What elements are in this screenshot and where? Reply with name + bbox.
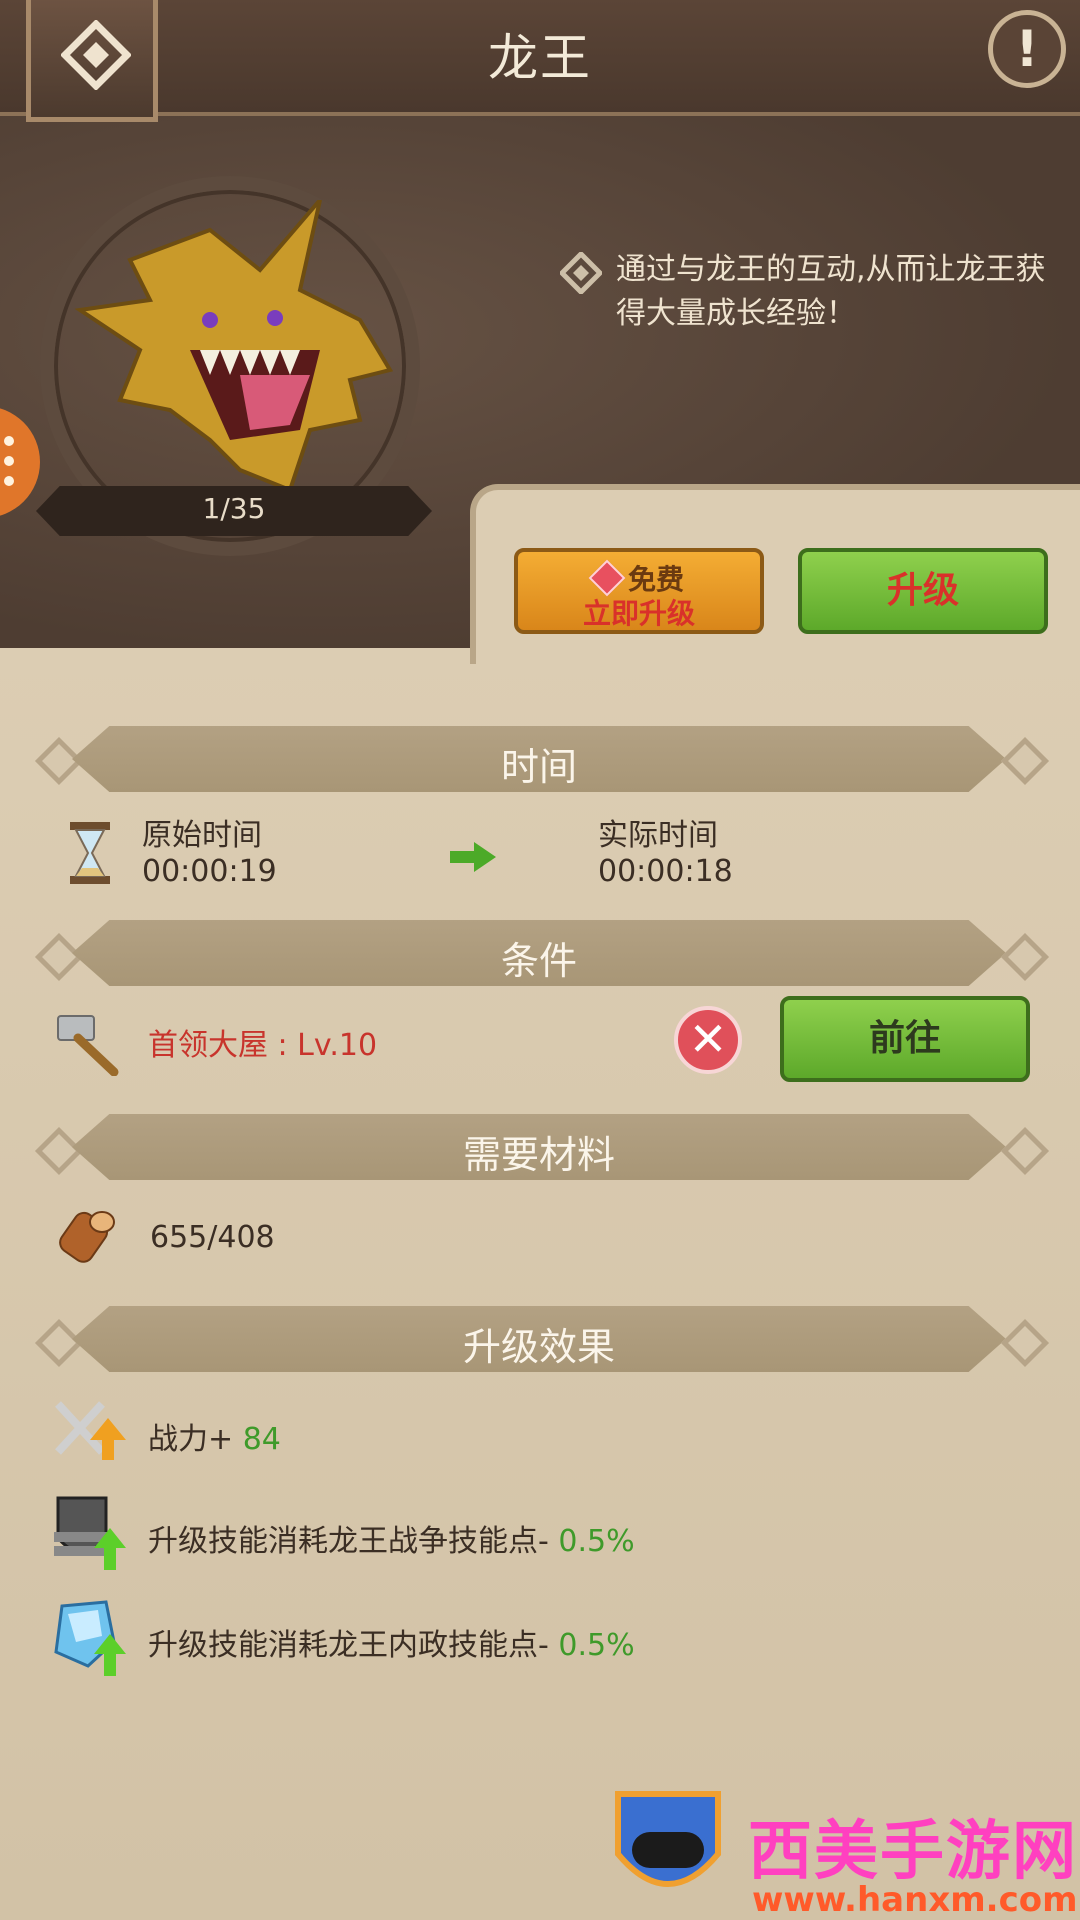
back-button[interactable] xyxy=(26,0,158,122)
exclamation-icon: ! xyxy=(1015,20,1039,78)
watermark-brand: 西美手游网 xyxy=(748,1815,1078,1889)
effect-civic-row: 升级技能消耗龙王内政技能点- 0.5% xyxy=(148,1620,635,1664)
arrow-right-icon xyxy=(450,842,496,872)
effect-value: 0.5% xyxy=(558,1524,635,1559)
actual-time-label: 实际时间 xyxy=(598,818,718,853)
back-diamond-icon xyxy=(61,20,131,90)
instant-upgrade-label: 立即升级 xyxy=(582,597,695,630)
effect-label: 升级技能消耗龙王战争技能点- xyxy=(148,1524,559,1559)
original-time-value: 00:00:19 xyxy=(142,854,277,889)
watermark-url: www.hanxm.com xyxy=(752,1880,1078,1920)
effect-label: 升级技能消耗龙王内政技能点- xyxy=(148,1628,559,1663)
dragon-king-portrait xyxy=(74,200,394,490)
effect-label: 战力+ xyxy=(148,1422,243,1457)
description-bullet-icon xyxy=(560,252,602,294)
effect-war-row: 升级技能消耗龙王战争技能点- 0.5% xyxy=(148,1516,635,1560)
wood-amount: 655/408 xyxy=(150,1220,275,1255)
hammer-icon xyxy=(57,1015,119,1076)
unmet-condition-icon: ✕ xyxy=(674,1006,742,1074)
crossed-swords-icon xyxy=(55,1401,126,1460)
go-button[interactable]: 前往 xyxy=(780,996,1030,1082)
effects-section-title: 升级效果 xyxy=(462,1325,615,1369)
page-title: 龙王 xyxy=(488,29,592,87)
dragon-counter: 1/35 xyxy=(202,492,266,525)
requirement-text: 首领大屋 : Lv.10 xyxy=(148,1028,378,1063)
actual-time-value: 00:00:18 xyxy=(598,854,733,889)
info-button[interactable]: ! xyxy=(988,10,1066,88)
wood-log-icon xyxy=(59,1211,115,1263)
time-section-title: 时间 xyxy=(500,745,577,789)
hourglass-icon xyxy=(70,822,110,884)
effect-value: 84 xyxy=(242,1422,281,1457)
upgrade-button[interactable]: 升级 xyxy=(798,548,1048,634)
original-time-label: 原始时间 xyxy=(142,818,262,853)
side-drawer-tab[interactable] xyxy=(0,406,40,518)
condition-section-title: 条件 xyxy=(500,939,577,983)
effect-value: 0.5% xyxy=(558,1628,635,1663)
header-bar: 龙王 ! xyxy=(0,0,1080,116)
dragon-description: 通过与龙王的互动,从而让龙王获得大量成长经验！ xyxy=(616,252,1046,331)
effect-power-row: 战力+ 84 xyxy=(148,1414,281,1458)
materials-section-title: 需要材料 xyxy=(462,1133,615,1177)
gem-icon xyxy=(588,559,626,597)
war-skill-icon xyxy=(54,1496,126,1570)
civic-skill-icon xyxy=(54,1600,126,1676)
instant-upgrade-button[interactable]: 免费 立即升级 xyxy=(514,548,764,634)
gamepad-shield-logo xyxy=(615,1791,721,1887)
